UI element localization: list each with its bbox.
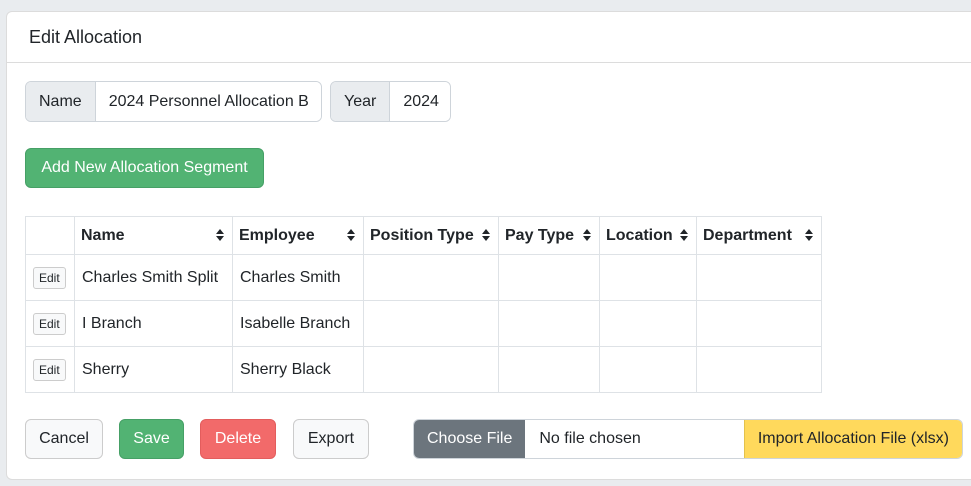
file-import-group: Choose File No file chosen Import Alloca… — [413, 419, 963, 459]
name-input-group: Name 2024 Personnel Allocation B — [25, 81, 322, 122]
pay-type-cell — [498, 300, 600, 347]
column-header-employee[interactable]: Employee — [232, 216, 364, 255]
sort-icon[interactable] — [680, 229, 688, 243]
year-input[interactable]: 2024 — [390, 82, 450, 121]
edit-row-button[interactable]: Edit — [33, 266, 66, 289]
column-header-label: Employee — [239, 226, 315, 244]
card-title: Edit Allocation — [7, 12, 971, 63]
column-header-label: Pay Type — [505, 226, 575, 244]
export-button[interactable]: Export — [293, 419, 369, 459]
table-header-row: Name Employee Position Type Pay Type Loc… — [25, 216, 822, 255]
column-header-department[interactable]: Department — [696, 216, 822, 255]
column-header-name[interactable]: Name — [74, 216, 233, 255]
name-cell: Charles Smith Split — [74, 254, 233, 301]
column-header-location[interactable]: Location — [599, 216, 697, 255]
column-header-actions — [25, 216, 75, 255]
allocation-segments-table: Name Employee Position Type Pay Type Loc… — [25, 216, 822, 393]
edit-cell: Edit — [25, 300, 75, 347]
save-button[interactable]: Save — [119, 419, 184, 459]
edit-row-button[interactable]: Edit — [33, 312, 66, 335]
name-input[interactable]: 2024 Personnel Allocation B — [95, 82, 321, 121]
edit-allocation-card: Edit Allocation Name 2024 Personnel Allo… — [6, 11, 971, 480]
location-cell — [599, 254, 697, 301]
department-cell — [696, 346, 822, 393]
import-allocation-file-button[interactable]: Import Allocation File (xlsx) — [743, 420, 962, 458]
cancel-button[interactable]: Cancel — [25, 419, 103, 459]
edit-row-button[interactable]: Edit — [33, 358, 66, 381]
position-type-cell — [363, 300, 499, 347]
edit-cell: Edit — [25, 254, 75, 301]
location-cell — [599, 346, 697, 393]
table-row: Edit Charles Smith Split Charles Smith — [25, 254, 822, 301]
pay-type-cell — [498, 346, 600, 393]
sort-icon[interactable] — [216, 229, 224, 243]
employee-cell: Sherry Black — [232, 346, 364, 393]
add-allocation-segment-button[interactable]: Add New Allocation Segment — [25, 148, 264, 188]
department-cell — [696, 300, 822, 347]
column-header-position-type[interactable]: Position Type — [363, 216, 499, 255]
year-label: Year — [331, 82, 391, 121]
position-type-cell — [363, 254, 499, 301]
column-header-pay-type[interactable]: Pay Type — [498, 216, 600, 255]
column-header-label: Name — [81, 226, 125, 244]
choose-file-button[interactable]: Choose File — [414, 420, 526, 458]
sort-icon[interactable] — [347, 229, 355, 243]
table-row: Edit Sherry Sherry Black — [25, 346, 822, 393]
column-header-label: Position Type — [370, 226, 474, 244]
pay-type-cell — [498, 254, 600, 301]
year-input-group: Year 2024 — [330, 81, 451, 122]
sort-icon[interactable] — [482, 229, 490, 243]
name-label: Name — [26, 82, 96, 121]
table-row: Edit I Branch Isabelle Branch — [25, 300, 822, 347]
location-cell — [599, 300, 697, 347]
name-cell: Sherry — [74, 346, 233, 393]
department-cell — [696, 254, 822, 301]
employee-cell: Isabelle Branch — [232, 300, 364, 347]
name-cell: I Branch — [74, 300, 233, 347]
employee-cell: Charles Smith — [232, 254, 364, 301]
position-type-cell — [363, 346, 499, 393]
column-header-label: Location — [606, 226, 673, 244]
column-header-label: Department — [703, 226, 792, 244]
edit-cell: Edit — [25, 346, 75, 393]
file-status-text: No file chosen — [525, 420, 744, 458]
sort-icon[interactable] — [805, 229, 813, 243]
sort-icon[interactable] — [583, 229, 591, 243]
delete-button[interactable]: Delete — [200, 419, 276, 459]
